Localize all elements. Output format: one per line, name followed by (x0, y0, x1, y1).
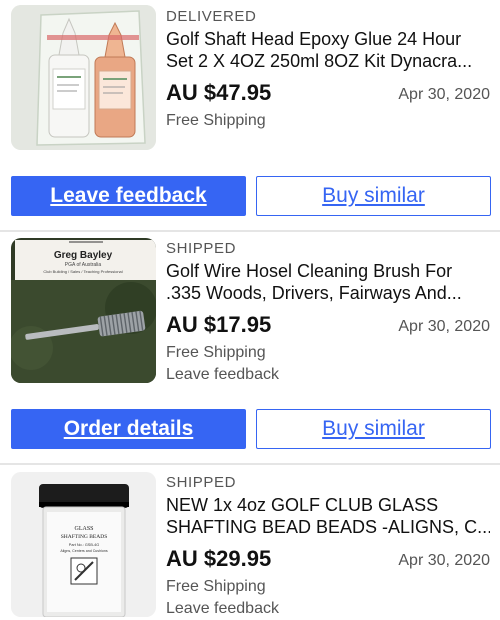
order-info: SHIPPED NEW 1x 4oz GOLF CLUB GLASS SHAFT… (166, 474, 490, 620)
item-title[interactable]: NEW 1x 4oz GOLF CLUB GLASS SHAFTING BEAD… (166, 494, 490, 538)
card-line: Club Building / Sales / Teaching Profess… (43, 269, 122, 274)
order-status: SHIPPED (166, 240, 237, 257)
buy-similar-button[interactable]: Buy similar (256, 409, 491, 449)
order-info: DELIVERED Golf Shaft Head Epoxy Glue 24 … (166, 8, 490, 132)
item-title-line: Golf Wire Hosel Cleaning Brush For (166, 261, 453, 281)
card-name: Greg Bayley (54, 250, 113, 261)
item-title-line: SHAFTING BEAD BEADS -ALIGNS, C... (166, 517, 490, 537)
leave-feedback-button[interactable]: Leave feedback (11, 176, 246, 216)
item-title-line: Set 2 X 4OZ 250ml 8OZ Kit Dynacra... (166, 51, 473, 71)
shipping-info: Free Shipping (166, 578, 266, 595)
glass-beads-jar-image: GLASS SHAFTING BEADS Part No.: GSB-4G Al… (11, 472, 156, 617)
wire-brush-image: Greg Bayley PGA of Australia Club Buildi… (11, 238, 156, 383)
shipping-info: Free Shipping (166, 112, 266, 129)
order-date: Apr 30, 2020 (398, 318, 490, 335)
jar-label-line: Aligns, Centers and Cushions (60, 549, 108, 553)
order-status: DELIVERED (166, 8, 257, 25)
section-divider (0, 230, 500, 232)
jar-label-line: GLASS (74, 526, 93, 532)
leave-feedback-link[interactable]: Leave feedback (166, 598, 490, 620)
order-status: SHIPPED (166, 474, 237, 491)
jar-label-line: SHAFTING BEADS (61, 534, 108, 540)
order-date: Apr 30, 2020 (398, 552, 490, 569)
item-title-line: .335 Woods, Drivers, Fairways And... (166, 283, 462, 303)
order-info: SHIPPED Golf Wire Hosel Cleaning Brush F… (166, 240, 490, 386)
jar-label-line: Part No.: GSB-4G (69, 543, 99, 547)
item-price: AU $17.95 (166, 312, 272, 337)
item-title-line: Golf Shaft Head Epoxy Glue 24 Hour (166, 29, 462, 49)
section-divider (0, 463, 500, 465)
item-price: AU $47.95 (166, 80, 272, 105)
product-image[interactable]: Greg Bayley PGA of Australia Club Buildi… (11, 238, 156, 383)
product-image[interactable] (11, 5, 156, 150)
item-title[interactable]: Golf Shaft Head Epoxy Glue 24 Hour Set 2… (166, 28, 490, 72)
card-subtitle: PGA of Australia (65, 262, 102, 268)
epoxy-bottles-image (11, 5, 156, 150)
buy-similar-button[interactable]: Buy similar (256, 176, 491, 216)
item-title[interactable]: Golf Wire Hosel Cleaning Brush For .335 … (166, 260, 490, 304)
order-details-button[interactable]: Order details (11, 409, 246, 449)
product-image[interactable]: GLASS SHAFTING BEADS Part No.: GSB-4G Al… (11, 472, 156, 617)
item-price: AU $29.95 (166, 546, 272, 571)
shipping-info: Free Shipping (166, 344, 266, 361)
order-date: Apr 30, 2020 (398, 86, 490, 103)
item-title-line: NEW 1x 4oz GOLF CLUB GLASS (166, 495, 439, 515)
leave-feedback-link[interactable]: Leave feedback (166, 364, 490, 386)
